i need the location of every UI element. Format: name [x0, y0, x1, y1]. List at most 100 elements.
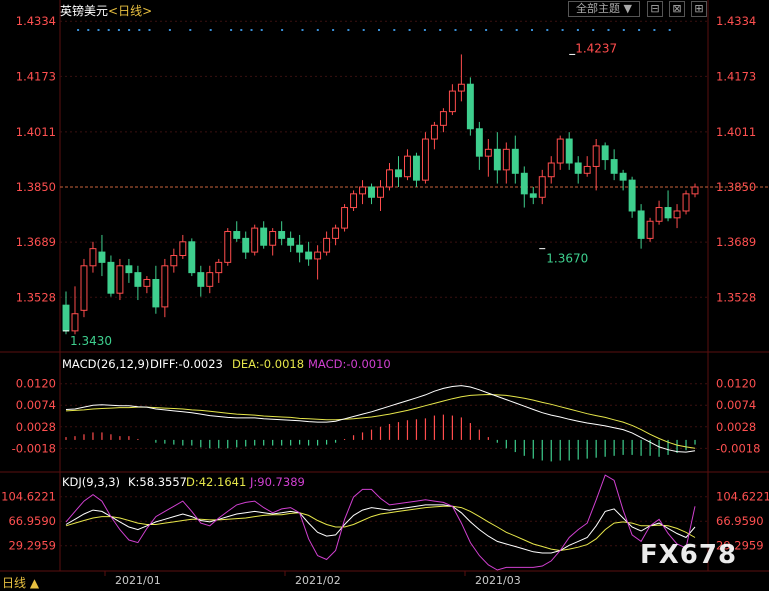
candle-body	[395, 169, 402, 178]
diff-line	[65, 385, 696, 453]
macd-tick-right: 0.0074	[716, 398, 756, 412]
j-line	[65, 474, 696, 571]
candle-body	[673, 210, 681, 219]
signal-dot	[332, 29, 335, 31]
candle-body	[439, 111, 447, 126]
minimize-icon[interactable]: ⊟	[647, 1, 663, 17]
signal-dot	[148, 29, 151, 31]
signal-dot	[281, 29, 284, 31]
price-tick-left: 1.3528	[16, 290, 56, 304]
signal-dot	[250, 29, 253, 31]
candle-body	[664, 207, 672, 219]
period-switcher[interactable]: 日线 ▲	[2, 574, 39, 591]
dea-line	[65, 393, 696, 449]
macd-title: MACD(26,12,9)	[62, 357, 149, 371]
signal-dot	[576, 29, 579, 31]
signal-dot	[107, 29, 110, 31]
candle-body	[341, 207, 349, 229]
candle-body	[466, 83, 474, 130]
signal-dot	[668, 29, 671, 31]
macd-tick-left: 0.0028	[16, 420, 56, 434]
signal-dot	[189, 29, 192, 31]
maximize-icon[interactable]: ⊞	[691, 1, 707, 17]
candle-body	[62, 304, 70, 332]
signal-dot	[316, 29, 319, 31]
chart-canvas: 1.4334 1.4334 1.4173 1.4173 1.4011 1.4011 1.38…	[0, 0, 769, 587]
signal-dot	[138, 29, 141, 31]
signal-dot	[469, 29, 472, 31]
candle-body	[655, 207, 663, 222]
candle-body	[197, 272, 205, 287]
kdj-tick-left: 104.6221	[1, 490, 56, 504]
candle-body	[403, 155, 411, 178]
candle-body	[71, 313, 79, 332]
candle-body	[350, 193, 358, 209]
macd-tick-right: 0.0120	[716, 377, 756, 391]
signal-dot	[653, 29, 656, 31]
candle-body	[125, 265, 133, 274]
candle-body	[637, 210, 645, 239]
candle-body	[421, 138, 429, 181]
candle-body	[628, 179, 636, 212]
candle-body	[287, 237, 295, 246]
signal-dot	[485, 29, 488, 31]
candle-body	[610, 159, 618, 174]
candle-body	[215, 261, 223, 274]
candle-body	[332, 227, 340, 239]
candle-body	[233, 231, 241, 239]
macd-tick-left: 0.0120	[16, 377, 56, 391]
price-tick-left: 1.3689	[16, 235, 56, 249]
signal-dot	[362, 29, 365, 31]
candle-body	[583, 165, 591, 174]
signal-dot	[209, 29, 212, 31]
signal-dot	[87, 29, 90, 31]
candle-body	[538, 176, 546, 198]
candle-body	[206, 272, 214, 287]
candle-body	[314, 251, 322, 260]
signal-dot	[77, 29, 80, 31]
signal-dot	[439, 29, 442, 31]
signal-dot	[97, 29, 100, 31]
candle-body	[323, 237, 331, 253]
candle-body	[529, 193, 537, 198]
candle-body	[188, 241, 196, 274]
candle-body	[242, 237, 250, 253]
x-tick-label: 2021/03	[475, 574, 521, 587]
x-tick-label: 2021/01	[115, 574, 161, 587]
price-tick-right: 1.4173	[716, 69, 756, 83]
kdj-tick-left: 66.9590	[8, 514, 56, 528]
candle-body	[179, 241, 187, 257]
d-line	[65, 505, 696, 552]
candle-body	[143, 278, 151, 287]
signal-dot	[561, 29, 564, 31]
candle-body	[574, 162, 582, 174]
candle-body	[170, 255, 178, 267]
candle-body	[691, 186, 699, 195]
candle-body	[601, 145, 609, 161]
kdj-legend-d: D:42.1641	[186, 475, 246, 489]
annotation-high-label: 1.4237	[575, 41, 617, 55]
signal-dot	[117, 29, 120, 31]
candle-body	[296, 244, 304, 253]
candle-body	[278, 231, 286, 239]
chevron-down-icon: ▼	[623, 2, 632, 15]
candle-body	[484, 148, 492, 157]
period-tag[interactable]: <日线>	[108, 4, 152, 18]
macd-tick-right: -0.0018	[716, 441, 760, 455]
candle-body	[556, 138, 564, 164]
kdj-tick-right: 104.6221	[716, 490, 769, 504]
candle-body	[520, 172, 528, 195]
theme-dropdown[interactable]: 全部主题 ▼	[568, 1, 640, 17]
candle-body	[98, 251, 106, 263]
candle-body	[475, 128, 483, 157]
candle-body	[107, 261, 115, 294]
restore-icon[interactable]: ⊠	[669, 1, 685, 17]
candle-body	[161, 265, 169, 308]
candle-body	[646, 220, 654, 239]
signal-dot	[423, 29, 426, 31]
candle-body	[619, 172, 627, 181]
signal-dot	[301, 29, 304, 31]
symbol-title: 英镑美元<日线>	[60, 2, 152, 19]
candle-body	[80, 265, 88, 311]
kdj-legend-k: K:58.3557	[128, 475, 187, 489]
